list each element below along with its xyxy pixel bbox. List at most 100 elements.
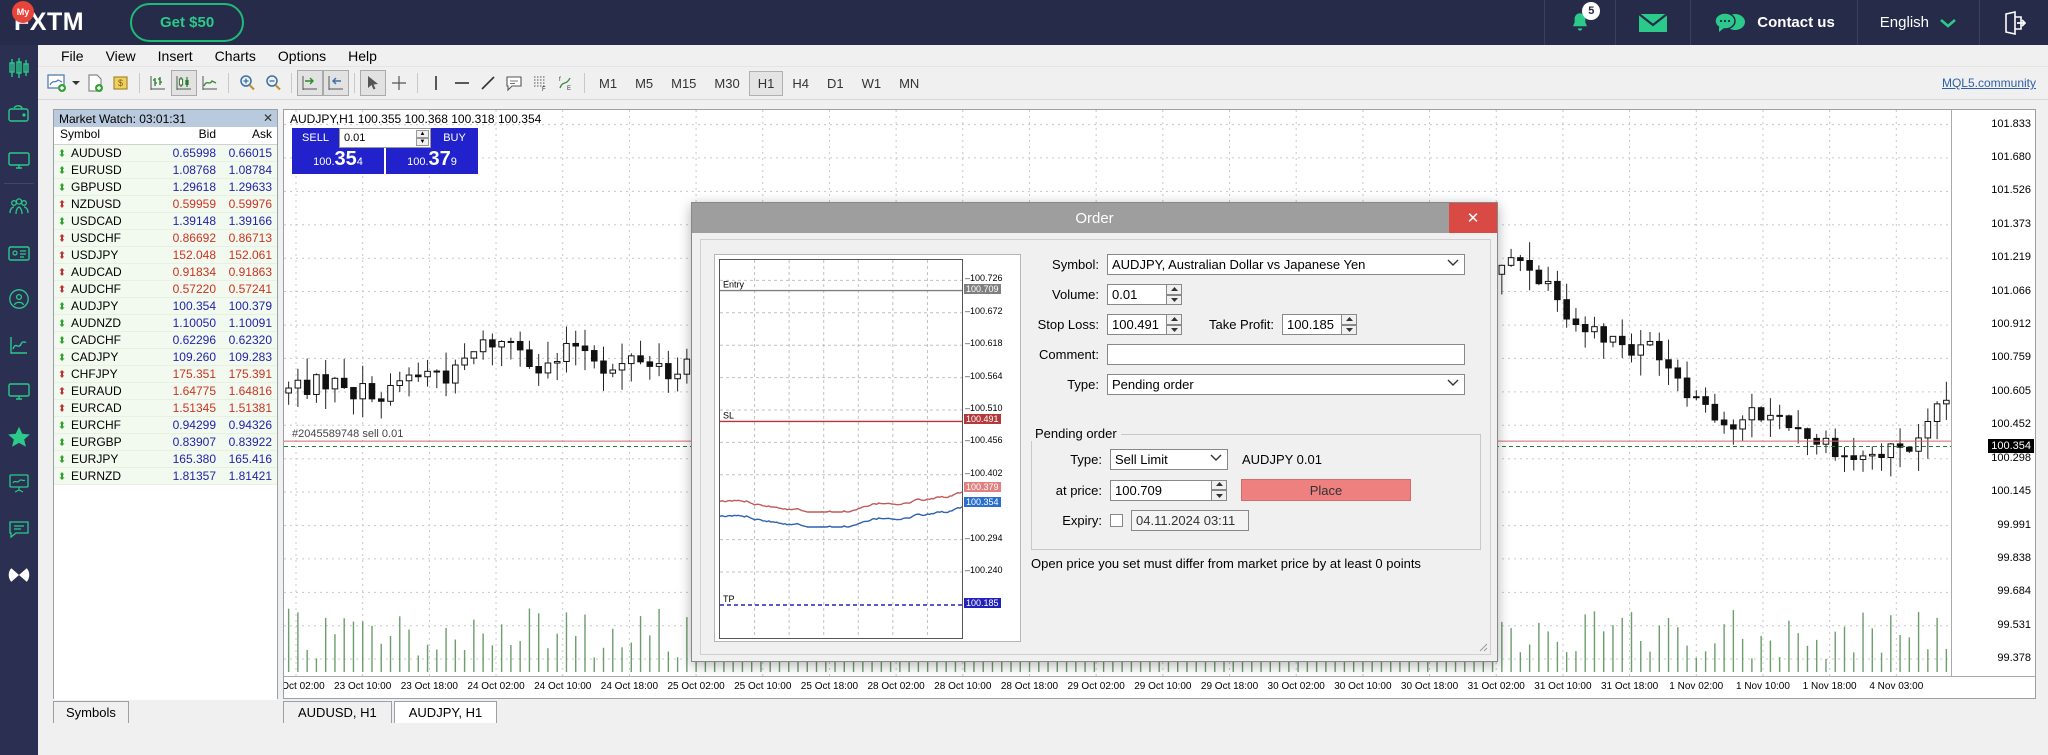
notifications-button[interactable]: 5 [1544,0,1615,45]
buy-price-button[interactable]: 100. 37 9 [386,148,478,174]
stepper-up-icon[interactable] [1166,284,1182,295]
market-watch-row[interactable]: EURUSD1.087681.08784 [54,162,277,179]
mail-button[interactable] [1615,0,1690,45]
market-watch-row[interactable]: EURAUD1.647751.64816 [54,383,277,400]
brand-logo[interactable]: My FXTM [0,0,122,45]
timeframe-m30[interactable]: M30 [705,71,748,96]
stepper-down-icon[interactable] [1341,325,1357,336]
stepper-up-icon[interactable] [1341,314,1357,325]
expiry-checkbox[interactable] [1110,514,1123,527]
time-axis[interactable]: 23 Oct 02:0023 Oct 10:0023 Oct 18:0024 O… [284,676,2035,698]
market-watch-row[interactable]: CADJPY109.260109.283 [54,349,277,366]
market-watch-row[interactable]: AUDUSD0.659980.66015 [54,145,277,162]
order-type-select[interactable]: Pending order [1107,374,1465,395]
accounts-button[interactable]: $ [108,70,134,96]
market-watch-row[interactable]: AUDCHF0.572200.57241 [54,281,277,298]
sidebar-item-analytics[interactable] [0,322,38,368]
candlestick-chart-button[interactable] [171,70,197,96]
close-icon[interactable]: ✕ [263,111,273,125]
timeframe-m1[interactable]: M1 [590,71,626,96]
timeframe-h1[interactable]: H1 [749,71,784,96]
stop-loss-stepper[interactable] [1166,314,1182,335]
line-chart-button[interactable] [197,70,223,96]
resize-handle-icon[interactable] [1476,640,1488,652]
stepper-down-icon[interactable] [1166,325,1182,336]
sidebar-item-profile[interactable] [0,276,38,322]
chart-shift-button[interactable] [323,70,349,96]
auto-scroll-button[interactable] [297,70,323,96]
one-click-volume-input[interactable]: 0.01 ▲ ▼ [339,128,431,148]
sidebar-item-terminal[interactable] [0,368,38,414]
market-watch-row[interactable]: EURNZD1.813571.81421 [54,468,277,485]
menu-insert[interactable]: Insert [147,46,204,66]
zoom-out-button[interactable] [260,70,286,96]
volume-input[interactable]: 0.01 [1107,284,1167,305]
zoom-in-button[interactable] [234,70,260,96]
market-watch-row[interactable]: USDJPY152.048152.061 [54,247,277,264]
take-profit-stepper[interactable] [1341,314,1357,335]
market-watch-row[interactable]: AUDCAD0.918340.91863 [54,264,277,281]
timeframe-w1[interactable]: W1 [853,71,891,96]
comment-input[interactable] [1107,344,1465,365]
stepper-down-icon[interactable]: ▼ [416,138,429,146]
take-profit-input[interactable]: 100.185 [1282,314,1342,335]
tab-audusd-h1[interactable]: AUDUSD, H1 [283,701,392,723]
one-click-volume-stepper[interactable]: ▲ ▼ [416,130,429,146]
timeframe-m15[interactable]: M15 [662,71,705,96]
text-label-button[interactable] [501,70,527,96]
fibonacci-button[interactable]: F [527,70,553,96]
sidebar-item-close[interactable] [0,552,38,598]
expiry-datetime-input[interactable]: 04.11.2024 03:11 [1131,510,1249,531]
market-watch-row[interactable]: CHFJPY175.351175.391 [54,366,277,383]
sidebar-item-platform[interactable] [0,137,38,183]
sidebar-item-support[interactable] [0,506,38,552]
mql5-community-link[interactable]: MQL5.community [1942,76,2036,90]
stepper-up-icon[interactable] [1166,314,1182,325]
volume-stepper[interactable] [1166,284,1182,305]
indicators-button[interactable]: fE [553,70,579,96]
sidebar-item-wallet[interactable] [0,91,38,137]
one-click-trading-panel[interactable]: SELL 0.01 ▲ ▼ BUY 100. 35 4 [292,128,478,174]
market-watch-row[interactable]: EURGBP0.839070.83922 [54,434,277,451]
get-50-button[interactable]: Get $50 [130,3,244,42]
menu-view[interactable]: View [95,46,147,66]
place-button[interactable]: Place [1241,479,1411,501]
market-watch-row[interactable]: CADCHF0.622960.62320 [54,332,277,349]
pending-type-select[interactable]: Sell Limit [1110,449,1228,470]
market-watch-row[interactable]: EURJPY165.380165.416 [54,451,277,468]
language-selector[interactable]: English [1857,0,1979,45]
at-price-input[interactable]: 100.709 [1110,480,1212,501]
stepper-down-icon[interactable] [1211,490,1227,501]
stepper-up-icon[interactable]: ▲ [416,130,429,138]
timeframe-d1[interactable]: D1 [818,71,853,96]
market-watch-row[interactable]: GBPUSD1.296181.29633 [54,179,277,196]
stepper-down-icon[interactable] [1166,295,1182,306]
menu-options[interactable]: Options [267,46,337,66]
new-chart-button[interactable] [44,70,70,96]
market-watch-row[interactable]: EURCHF0.942990.94326 [54,417,277,434]
crosshair-button[interactable] [386,70,412,96]
new-document-button[interactable] [82,70,108,96]
price-axis[interactable]: 101.833101.680101.526101.373101.219101.0… [1951,110,2035,698]
market-watch-row[interactable]: NZDUSD0.599590.59976 [54,196,277,213]
sidebar-item-trading[interactable] [0,45,38,91]
horizontal-line-button[interactable] [449,70,475,96]
timeframe-m5[interactable]: M5 [626,71,662,96]
symbol-select[interactable]: AUDJPY, Australian Dollar vs Japanese Ye… [1107,254,1465,275]
stepper-up-icon[interactable] [1211,480,1227,491]
sidebar-item-education[interactable] [0,460,38,506]
vertical-line-button[interactable] [423,70,449,96]
market-watch-row[interactable]: USDCAD1.391481.39166 [54,213,277,230]
cursor-button[interactable] [360,70,386,96]
stop-loss-input[interactable]: 100.491 [1107,314,1167,335]
close-icon[interactable]: ✕ [1449,203,1497,233]
new-chart-dropdown[interactable] [70,70,82,96]
sidebar-item-partners[interactable] [0,184,38,230]
trendline-button[interactable] [475,70,501,96]
sidebar-item-favorites[interactable] [0,414,38,460]
market-watch-row[interactable]: USDCHF0.866920.86713 [54,230,277,247]
column-header-bid[interactable]: Bid [152,127,216,144]
sidebar-item-account[interactable] [0,230,38,276]
tab-symbols[interactable]: Symbols [53,701,129,723]
column-header-ask[interactable]: Ask [216,127,276,144]
